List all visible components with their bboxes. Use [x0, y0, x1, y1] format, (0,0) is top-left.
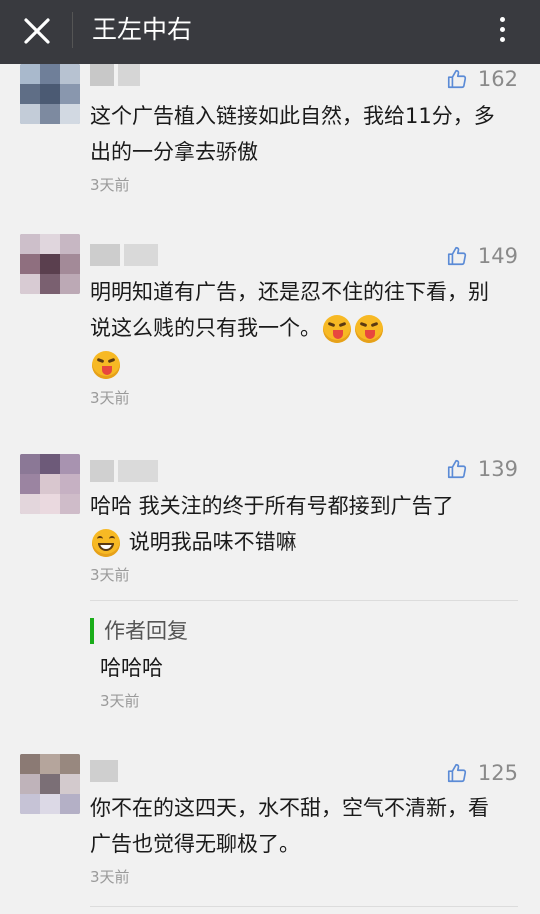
like-count: 162	[477, 67, 518, 91]
comment-time: 3天前	[90, 868, 130, 886]
like-button[interactable]: 125	[446, 760, 518, 786]
author-reply-time: 3天前	[100, 692, 140, 710]
thumbs-up-icon	[447, 69, 467, 89]
like-count: 125	[477, 761, 518, 785]
nickname-blurred	[90, 64, 160, 86]
comment-text: 你不在的这四天，水不甜，空气不清新，看广告也觉得无聊极了。	[90, 796, 489, 856]
header-divider	[72, 12, 73, 48]
avatar[interactable]	[20, 64, 80, 124]
comment-text-line2: 说明我品味不错嘛	[128, 530, 297, 554]
avatar[interactable]	[20, 234, 80, 294]
more-vertical-icon[interactable]	[492, 14, 512, 48]
comment-text-body: 明明知道有广告，还是忍不住的往下看，别说这么贱的只有我一个。	[90, 280, 489, 340]
author-reply-text: 哈哈哈	[100, 656, 163, 680]
page-title: 王左中右	[92, 15, 193, 44]
like-button[interactable]: 162	[446, 66, 518, 92]
comment-text: 这个广告植入链接如此自然，我给11分，多出的一分拿去骄傲	[90, 104, 495, 164]
tongue-out-emoji	[323, 315, 351, 343]
comment-text: 哈哈 我关注的终于所有号都接到广告了 说明我品味不错嘛	[90, 488, 520, 560]
tongue-out-emoji	[355, 315, 383, 343]
like-count: 139	[477, 457, 518, 481]
divider	[90, 600, 518, 601]
like-button[interactable]: 139	[446, 456, 518, 482]
thumbs-up-icon	[447, 246, 467, 266]
thumbs-up-icon	[447, 459, 467, 479]
like-button[interactable]: 149	[446, 243, 518, 269]
nickname-blurred	[90, 460, 160, 482]
divider	[90, 906, 518, 907]
comment-time: 3天前	[90, 389, 130, 407]
tongue-out-emoji	[92, 351, 120, 379]
grin-emoji	[92, 529, 120, 557]
author-reply-label: 作者回复	[90, 618, 188, 644]
like-count: 149	[477, 244, 518, 268]
avatar[interactable]	[20, 454, 80, 514]
comment-text-line1: 哈哈 我关注的终于所有号都接到广告了	[90, 494, 454, 518]
comment-time: 3天前	[90, 176, 130, 194]
nickname-blurred	[90, 244, 160, 266]
comment-text: 明明知道有广告，还是忍不住的往下看，别说这么贱的只有我一个。	[90, 274, 500, 382]
avatar[interactable]	[20, 754, 80, 814]
top-bar: 王左中右	[0, 0, 540, 64]
thumbs-up-icon	[447, 763, 467, 783]
comment-time: 3天前	[90, 566, 130, 584]
nickname-blurred	[90, 760, 160, 782]
close-icon[interactable]	[18, 12, 56, 50]
